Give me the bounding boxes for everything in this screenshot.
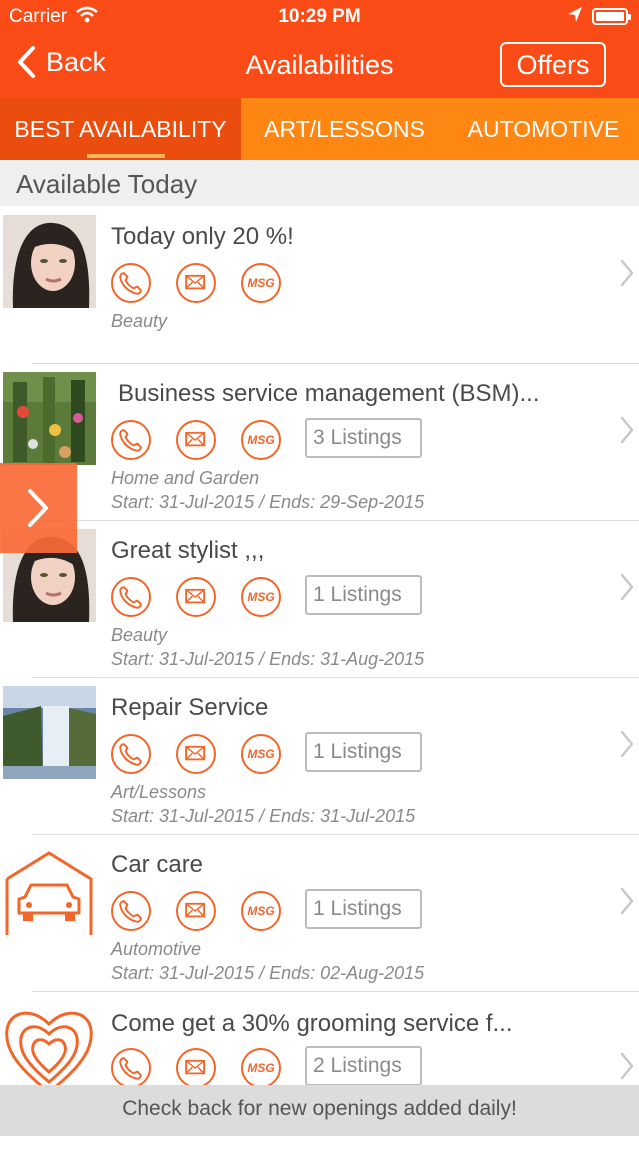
navigation-bar: Carrier 10:29 PM Back Availabilities Off… <box>0 0 639 98</box>
message-button[interactable]: MSG <box>241 263 281 303</box>
side-menu-toggle[interactable] <box>0 463 77 553</box>
mail-icon <box>178 1050 214 1086</box>
phone-icon <box>113 265 149 301</box>
footer-message: Check back for new openings added daily! <box>122 1097 517 1120</box>
msg-label: MSG <box>247 747 275 761</box>
chevron-right-icon <box>620 259 634 287</box>
mail-icon <box>178 579 214 615</box>
email-button[interactable] <box>176 420 216 460</box>
message-button[interactable]: MSG <box>241 1048 281 1088</box>
section-title: Available Today <box>16 169 198 199</box>
listing-title: Car care <box>111 851 204 878</box>
listing-category: Home and Garden <box>111 468 260 488</box>
listing-photo <box>3 372 96 465</box>
mail-icon <box>178 736 214 772</box>
message-button[interactable]: MSG <box>241 891 281 931</box>
listing-category: Automotive <box>111 939 202 959</box>
listing-dates: Start: 31-Jul-2015 / Ends: 31-Jul-2015 <box>111 806 416 826</box>
msg-label: MSG <box>247 276 275 290</box>
listings-count-button[interactable]: 2 Listings <box>305 1046 422 1086</box>
offers-button[interactable]: Offers <box>500 42 606 87</box>
mail-icon <box>178 265 214 301</box>
message-button[interactable]: MSG <box>241 577 281 617</box>
list-item[interactable]: Car care MSG 1 Listings Automotive Start… <box>0 835 639 992</box>
phone-icon <box>113 422 149 458</box>
tab-label: BEST AVAILABILITY <box>14 116 227 142</box>
tab-art-lessons[interactable]: ART/LESSONS <box>241 98 448 160</box>
mail-icon <box>178 422 214 458</box>
message-button[interactable]: MSG <box>241 420 281 460</box>
hearts-icon <box>3 1002 96 1095</box>
phone-icon <box>113 579 149 615</box>
call-button[interactable] <box>111 1048 151 1088</box>
call-button[interactable] <box>111 577 151 617</box>
listing-category: Beauty <box>111 625 168 645</box>
email-button[interactable] <box>176 577 216 617</box>
clock-label: 10:29 PM <box>278 6 361 27</box>
listing-title: Great stylist ,,, <box>111 537 265 564</box>
list-item[interactable]: Great stylist ,,, MSG 1 Listings Beauty … <box>0 521 639 678</box>
chevron-right-icon <box>28 489 48 527</box>
list-item[interactable]: Today only 20 %! MSG Beauty <box>0 207 639 364</box>
msg-label: MSG <box>247 590 275 604</box>
listing-category: Beauty <box>111 311 168 331</box>
message-button[interactable]: MSG <box>241 734 281 774</box>
category-tabs: BEST AVAILABILITY ART/LESSONS AUTOMOTIVE <box>0 98 639 160</box>
chevron-right-icon <box>620 730 634 758</box>
mail-icon <box>178 893 214 929</box>
call-button[interactable] <box>111 263 151 303</box>
listing-title: Repair Service <box>111 694 269 721</box>
tab-automotive[interactable]: AUTOMOTIVE <box>448 98 639 160</box>
tab-indicator <box>87 154 165 158</box>
email-button[interactable] <box>176 263 216 303</box>
email-button[interactable] <box>176 734 216 774</box>
tab-best-availability[interactable]: BEST AVAILABILITY <box>0 98 241 160</box>
list-item[interactable]: Business service management (BSM)... MSG… <box>0 364 639 521</box>
call-button[interactable] <box>111 734 151 774</box>
listings-count-button[interactable]: 1 Listings <box>305 575 422 615</box>
location-arrow-icon <box>567 6 583 30</box>
email-button[interactable] <box>176 891 216 931</box>
garage-car-icon <box>3 843 96 936</box>
call-button[interactable] <box>111 891 151 931</box>
msg-label: MSG <box>247 904 275 918</box>
list-item[interactable]: Repair Service MSG 1 Listings Art/Lesson… <box>0 678 639 835</box>
listing-dates: Start: 31-Jul-2015 / Ends: 02-Aug-2015 <box>111 963 425 983</box>
msg-label: MSG <box>247 1061 275 1075</box>
tab-label: ART/LESSONS <box>264 116 425 142</box>
chevron-right-icon <box>620 1052 634 1080</box>
footer-banner: Check back for new openings added daily! <box>0 1085 639 1136</box>
msg-label: MSG <box>247 433 275 447</box>
section-header: Available Today <box>0 160 639 206</box>
listings-count-button[interactable]: 1 Listings <box>305 889 422 929</box>
listings-count-button[interactable]: 3 Listings <box>305 418 422 458</box>
listing-title: Come get a 30% grooming service f... <box>111 1010 513 1037</box>
chevron-right-icon <box>620 887 634 915</box>
tab-label: AUTOMOTIVE <box>467 116 620 142</box>
listing-category: Art/Lessons <box>111 782 207 802</box>
phone-icon <box>113 893 149 929</box>
listing-photo <box>3 215 96 308</box>
listing-dates: Start: 31-Jul-2015 / Ends: 31-Aug-2015 <box>111 649 425 669</box>
email-button[interactable] <box>176 1048 216 1088</box>
battery-icon <box>592 8 631 25</box>
status-bar: Carrier 10:29 PM <box>0 0 639 34</box>
call-button[interactable] <box>111 420 151 460</box>
chevron-right-icon <box>620 573 634 601</box>
listing-dates: Start: 31-Jul-2015 / Ends: 29-Sep-2015 <box>111 492 425 512</box>
phone-icon <box>113 1050 149 1086</box>
listings-count-button[interactable]: 1 Listings <box>305 732 422 772</box>
phone-icon <box>113 736 149 772</box>
listing-title: Today only 20 %! <box>111 223 294 250</box>
chevron-right-icon <box>620 416 634 444</box>
listing-title: Business service management (BSM)... <box>118 380 540 407</box>
listing-photo <box>3 686 96 779</box>
